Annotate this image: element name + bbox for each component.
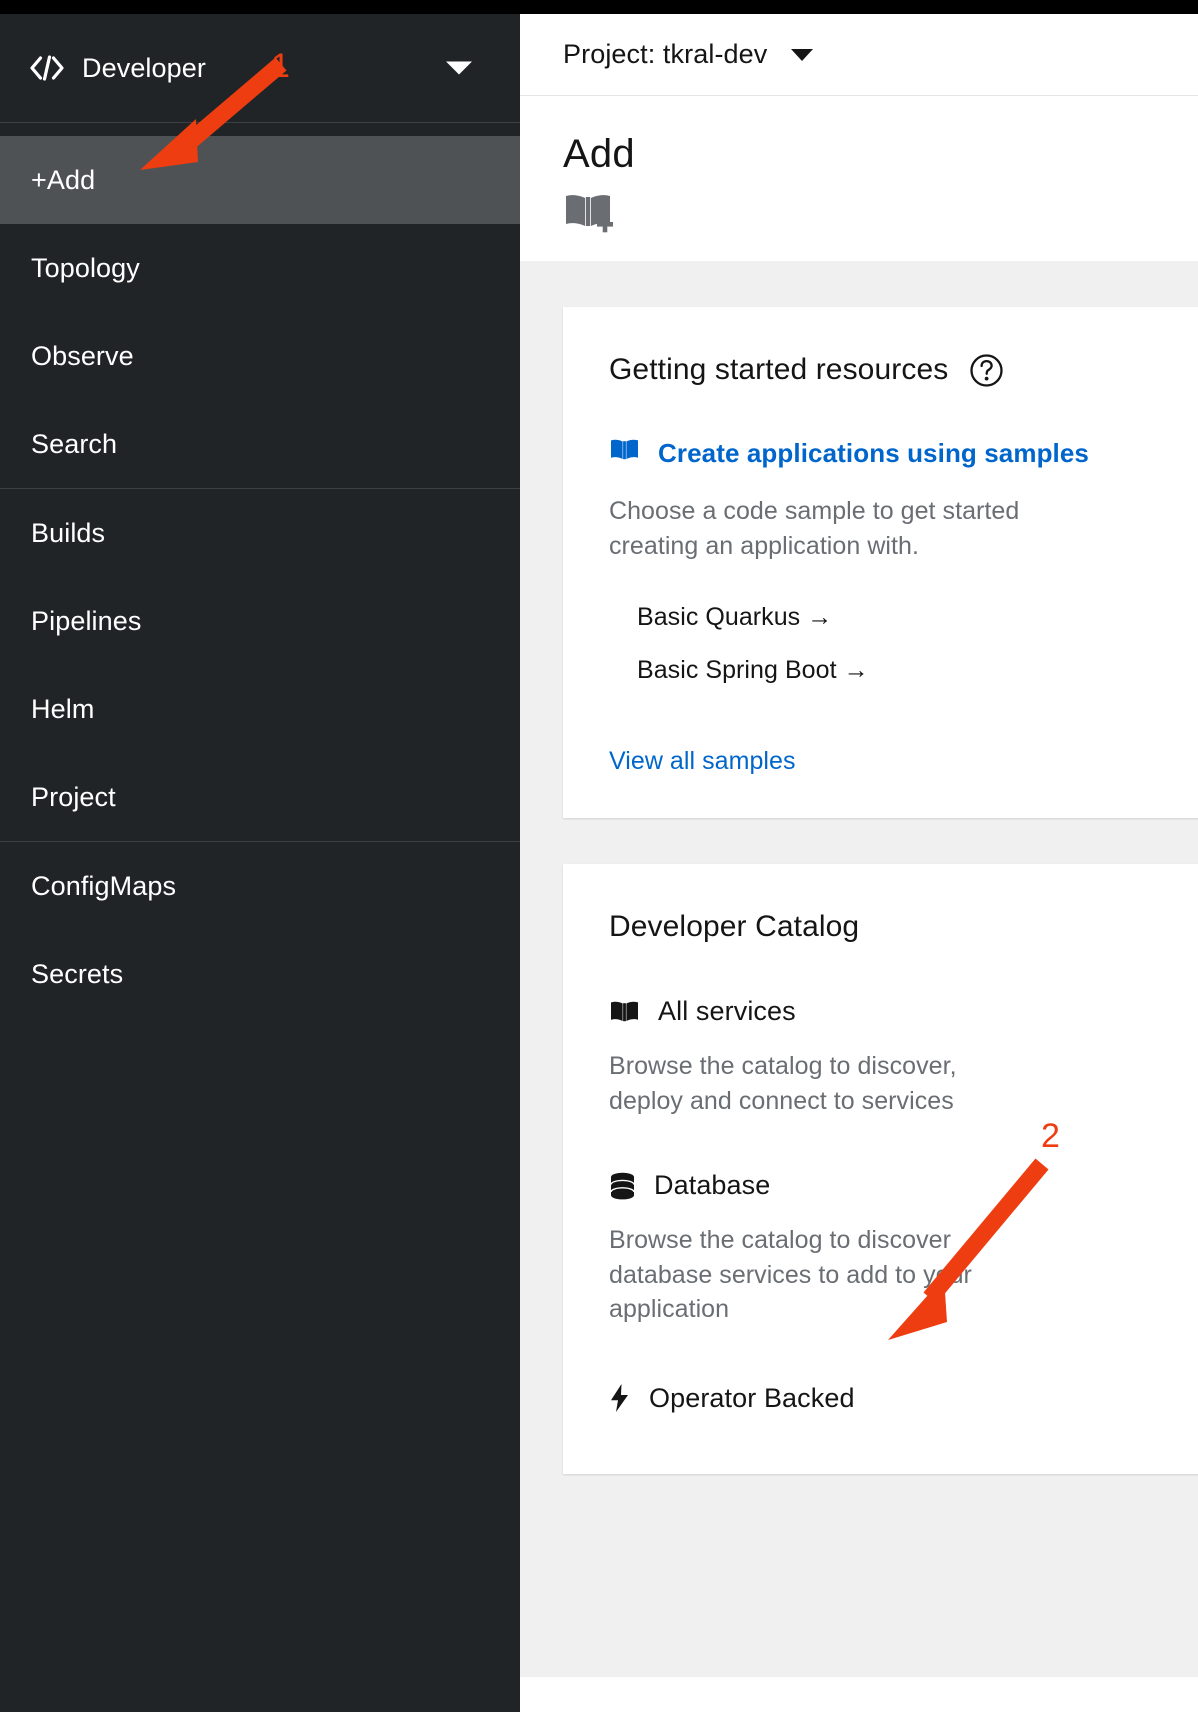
developer-catalog-title: Developer Catalog [609,910,1198,944]
sidebar-item-label: Helm [31,694,94,725]
getting-started-card: Getting started resources [563,307,1198,818]
project-selector[interactable]: Project: tkral-dev [563,39,813,70]
sidebar-item-project[interactable]: Project [0,753,520,841]
create-applications-using-samples-link[interactable]: Create applications using samples [609,437,1198,470]
catalog-entry-label: Operator Backed [649,1383,855,1414]
window-top-bar [0,0,1198,14]
sidebar-item-search[interactable]: Search [0,400,520,488]
code-icon [30,51,64,85]
sidebar-item-label: Search [31,429,117,460]
getting-started-description: Choose a code sample to get started crea… [609,494,1029,563]
catalog-entry-database[interactable]: Database [609,1170,1198,1201]
catalog-entry-description: Browse the catalog to discover database … [609,1223,1009,1327]
question-circle-icon[interactable] [970,354,1003,387]
sidebar-item-label: Project [31,782,116,813]
sample-item-basic-spring-boot[interactable]: Basic Spring Boot → [637,656,1198,685]
left-sidebar: Developer +Add Topology Observe Search B… [0,14,520,1712]
developer-catalog-card: Developer Catalog All services Browse th… [563,864,1198,1474]
page-title: Add [563,132,1198,177]
sample-list: Basic Quarkus → Basic Spring Boot → [609,603,1198,685]
sidebar-item-label: +Add [31,165,95,196]
sidebar-item-label: ConfigMaps [31,871,176,902]
book-icon [609,999,640,1025]
link-label: Create applications using samples [658,438,1089,469]
database-icon [609,1172,636,1200]
book-icon [609,437,640,470]
chevron-down-icon[interactable] [446,62,472,75]
chevron-down-icon [791,49,813,61]
sidebar-item-label: Observe [31,341,134,372]
perspective-label: Developer [82,53,206,84]
sidebar-item-topology[interactable]: Topology [0,224,520,312]
sidebar-item-add[interactable]: +Add [0,136,520,224]
sidebar-item-label: Topology [31,253,140,284]
content-area: Getting started resources [520,261,1198,1677]
catalog-entry-operator-backed[interactable]: Operator Backed [609,1383,1198,1414]
sidebar-group-config: ConfigMaps Secrets [0,842,520,1018]
book-plus-icon[interactable] [563,191,615,235]
catalog-entry-label: All services [658,996,796,1027]
catalog-entry-all-services[interactable]: All services [609,996,1198,1027]
sidebar-item-helm[interactable]: Helm [0,665,520,753]
view-all-samples-link[interactable]: View all samples [609,747,796,776]
sidebar-item-secrets[interactable]: Secrets [0,930,520,1018]
project-selector-label: Project: tkral-dev [563,39,767,70]
sidebar-group-primary: +Add [0,136,520,224]
perspective-switcher[interactable]: Developer [0,14,520,122]
sidebar-item-label: Builds [31,518,105,549]
sidebar-item-observe[interactable]: Observe [0,312,520,400]
sidebar-spacer [0,123,520,136]
sample-item-basic-quarkus[interactable]: Basic Quarkus → [637,603,1198,632]
card-title-text: Getting started resources [609,353,948,387]
catalog-entry-description: Browse the catalog to discover, deploy a… [609,1049,1009,1118]
project-selector-bar: Project: tkral-dev [520,14,1198,96]
sidebar-item-configmaps[interactable]: ConfigMaps [0,842,520,930]
sidebar-item-label: Pipelines [31,606,141,637]
bolt-icon [609,1383,631,1413]
sidebar-group-workloads: Topology Observe Search [0,224,520,488]
main-content: Project: tkral-dev Add Getting started r… [520,14,1198,1712]
sidebar-item-builds[interactable]: Builds [0,489,520,577]
sidebar-group-builds: Builds Pipelines Helm Project [0,489,520,841]
page-header: Add [520,96,1198,261]
getting-started-title-row: Getting started resources [609,353,1198,387]
sidebar-item-pipelines[interactable]: Pipelines [0,577,520,665]
sidebar-item-label: Secrets [31,959,123,990]
catalog-entry-label: Database [654,1170,770,1201]
